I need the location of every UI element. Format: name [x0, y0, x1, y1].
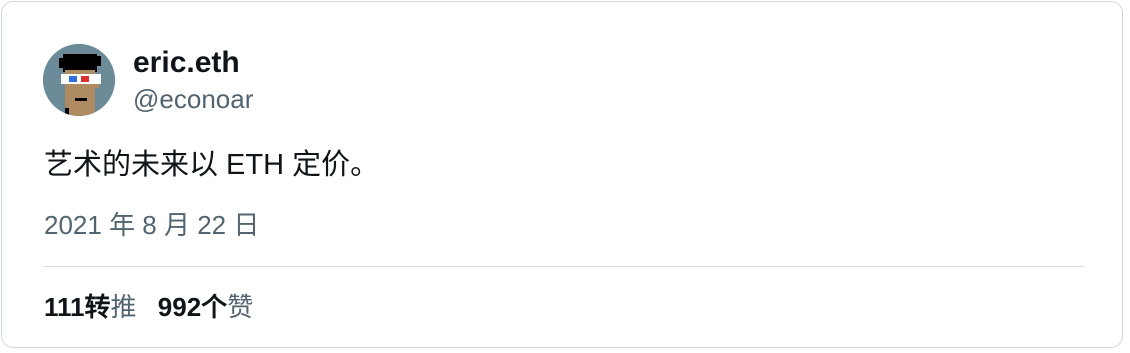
tweet-stats: 111转推 992个赞 [44, 290, 253, 324]
avatar[interactable] [43, 44, 115, 116]
likes-label: 赞 [227, 292, 254, 322]
retweets-stat[interactable]: 111转推 [44, 290, 137, 324]
tweet-card[interactable]: eric.eth @econoar 艺术的未来以 ETH 定价。 2021 年 … [1, 1, 1123, 348]
divider [43, 266, 1084, 267]
retweets-count: 111 [44, 292, 85, 322]
likes-count: 992 [157, 292, 202, 322]
likes-stat[interactable]: 992个赞 [158, 290, 253, 324]
likes-label-bold: 个 [201, 292, 228, 322]
display-name[interactable]: eric.eth [133, 46, 240, 80]
tweet-text: 艺术的未来以 ETH 定价。 [44, 149, 380, 181]
cryptopunk-avatar-icon [43, 44, 115, 116]
retweets-label: 推 [110, 292, 137, 322]
user-handle[interactable]: @econoar [133, 84, 253, 114]
retweets-label-bold: 转 [84, 292, 111, 322]
tweet-date[interactable]: 2021 年 8 月 22 日 [44, 208, 259, 242]
